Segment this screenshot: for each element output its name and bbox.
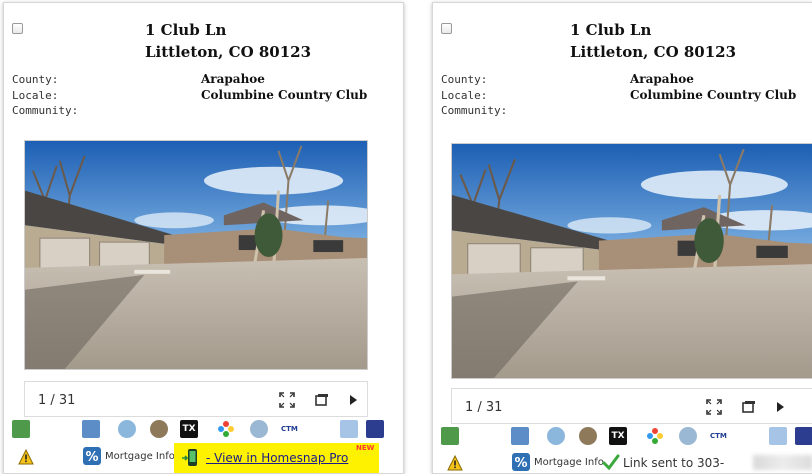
select-checkbox[interactable] [441,23,452,34]
listing-photo[interactable] [24,140,368,370]
film-icon[interactable] [150,420,168,438]
popout-icon[interactable] [311,390,331,410]
svg-text:%: % [514,456,527,471]
listing-photo[interactable] [451,143,812,379]
globe-icon[interactable] [250,420,268,438]
redacted-phone [753,455,812,470]
action-toolbar: TX CTM [4,418,403,444]
county-value: Arapahoe [630,72,694,86]
fullscreen-icon[interactable] [277,390,297,410]
copy-icon[interactable] [769,427,787,445]
next-photo-icon[interactable] [343,390,363,410]
bottom-bar: % Mortgage Info Link sent to 303- [433,449,812,473]
ctm-icon[interactable]: CTM [281,420,299,438]
county-value: Arapahoe [201,72,265,86]
warning-icon[interactable] [18,448,34,465]
action-toolbar: TX CTM [433,425,812,451]
popout-icon[interactable] [738,397,758,417]
book-icon[interactable] [366,420,384,438]
photo-pager: 1 / 31 [24,381,368,417]
locale-label: Locale: [441,89,488,102]
photo-icon[interactable] [82,420,100,438]
new-badge: NEW [356,444,375,452]
fullscreen-icon[interactable] [704,397,724,417]
listing-card: 1 Club Ln Littleton, CO 80123 County: Lo… [3,2,404,474]
address-city: Littleton, CO 80123 [145,43,312,61]
next-photo-icon[interactable] [770,397,790,417]
address-street: 1 Club Ln [570,21,652,39]
address-street: 1 Club Ln [145,21,227,39]
tx-icon[interactable]: TX [609,427,627,445]
ctm-icon[interactable]: CTM [710,427,728,445]
pinwheel-icon[interactable] [217,420,235,438]
county-label: County: [12,73,59,86]
map-icon[interactable] [12,420,30,438]
map-icon[interactable] [441,427,459,445]
locale-value: Columbine Country Club [630,88,797,102]
photo-count: 1 / 31 [38,393,76,408]
svg-text:%: % [85,450,98,465]
film-icon[interactable] [579,427,597,445]
bottom-bar: % Mortgage Info - View in Homesnap Pro N… [4,443,403,473]
photo-icon[interactable] [511,427,529,445]
clock-icon[interactable] [547,427,565,445]
locale-value: Columbine Country Club [201,88,368,102]
photo-pager: 1 / 31 [451,388,812,424]
listing-card: 1 Club Ln Littleton, CO 80123 County: Lo… [432,2,812,474]
tx-icon[interactable]: TX [180,420,198,438]
community-label: Community: [441,104,508,117]
mortgage-info-link[interactable]: Mortgage Info [534,457,604,468]
percent-icon[interactable]: % [82,446,102,466]
address-city: Littleton, CO 80123 [570,43,737,61]
warning-icon[interactable] [447,454,463,471]
select-checkbox[interactable] [12,23,23,34]
copy-icon[interactable] [340,420,358,438]
homesnap-banner[interactable]: - View in Homesnap Pro NEW [174,443,379,473]
checkmark-icon [602,453,620,471]
photo-count: 1 / 31 [465,400,503,415]
percent-icon[interactable]: % [511,452,531,472]
clock-icon[interactable] [118,420,136,438]
community-label: Community: [12,104,79,117]
locale-label: Locale: [12,89,59,102]
mortgage-info-link[interactable]: Mortgage Info [105,451,175,462]
globe-icon[interactable] [679,427,697,445]
pinwheel-icon[interactable] [646,427,664,445]
county-label: County: [441,73,488,86]
phone-icon [180,447,202,469]
book-icon[interactable] [795,427,812,445]
link-sent-status: Link sent to 303- [623,456,725,470]
homesnap-link[interactable]: - View in Homesnap Pro [206,451,348,465]
